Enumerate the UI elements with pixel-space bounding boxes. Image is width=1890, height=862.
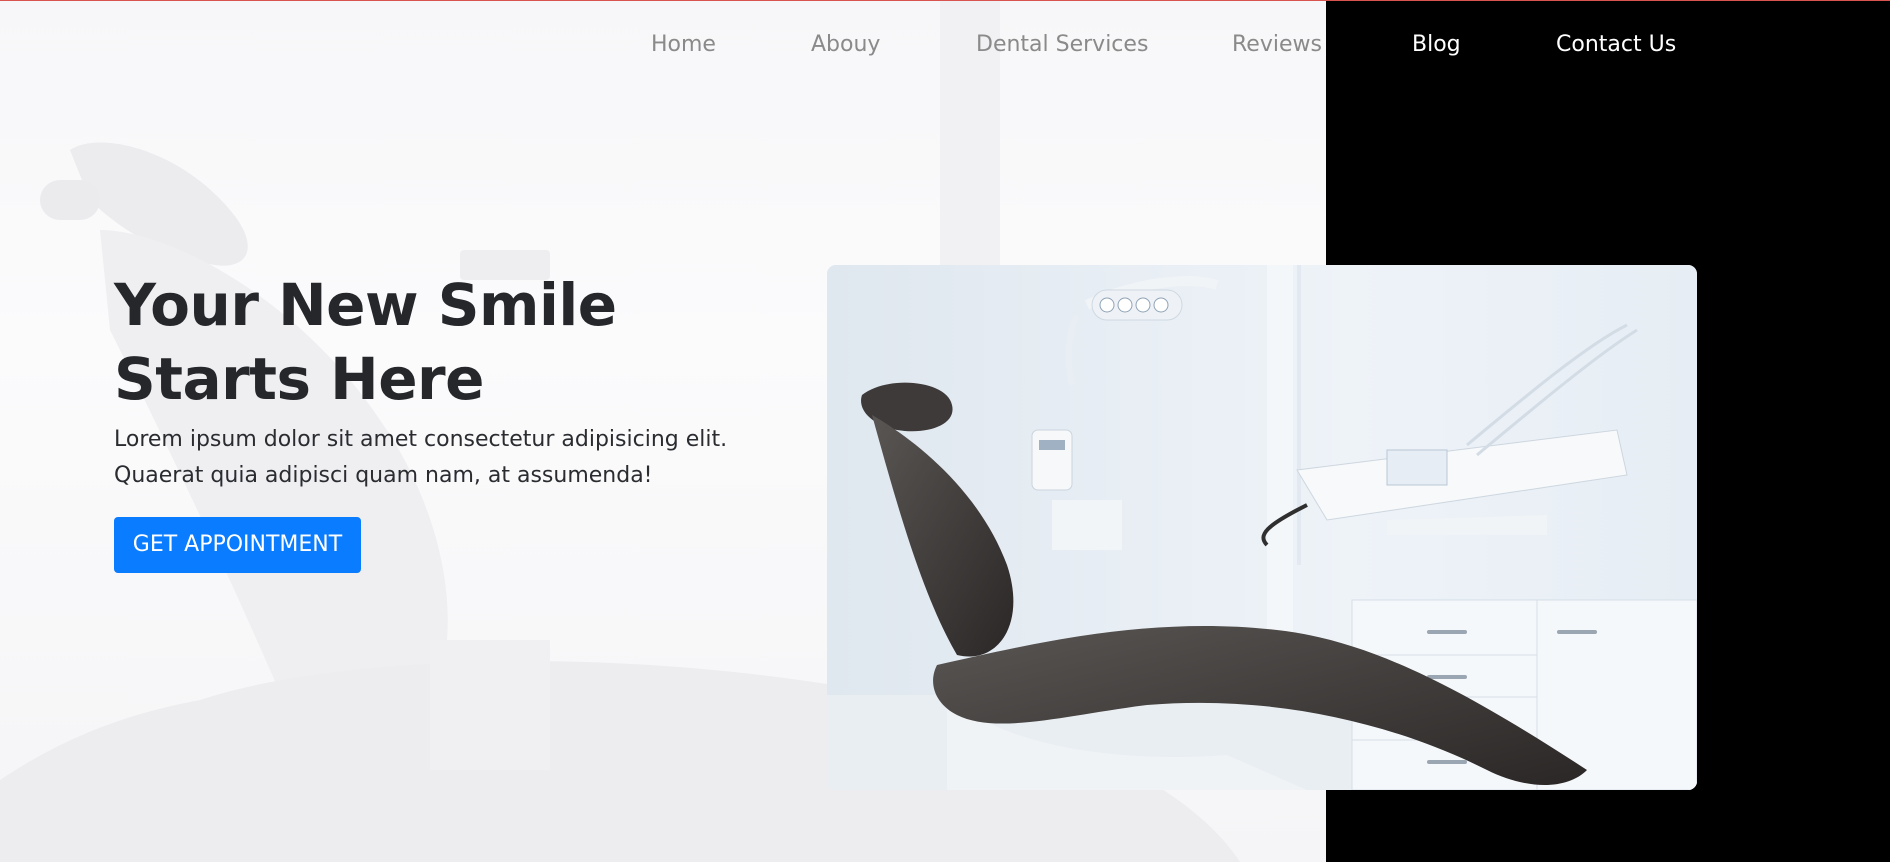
hero-title: Your New Smile Starts Here bbox=[114, 271, 617, 413]
get-appointment-button[interactable]: GET APPOINTMENT bbox=[114, 517, 361, 573]
top-border bbox=[0, 0, 1890, 1]
dental-chair-image bbox=[827, 265, 1697, 790]
main-navigation: Home Abouy Dental Services Reviews Blog … bbox=[0, 27, 1890, 63]
nav-link-blog[interactable]: Blog bbox=[1412, 27, 1461, 63]
nav-link-about[interactable]: Abouy bbox=[811, 27, 880, 63]
nav-link-reviews[interactable]: Reviews bbox=[1232, 27, 1322, 63]
nav-link-dental-services[interactable]: Dental Services bbox=[976, 27, 1148, 63]
dental-office-photo bbox=[827, 265, 1697, 790]
nav-link-contact-us[interactable]: Contact Us bbox=[1556, 27, 1676, 63]
nav-link-home[interactable]: Home bbox=[651, 27, 716, 63]
hero-description: Lorem ipsum dolor sit amet consectetur a… bbox=[114, 427, 728, 488]
